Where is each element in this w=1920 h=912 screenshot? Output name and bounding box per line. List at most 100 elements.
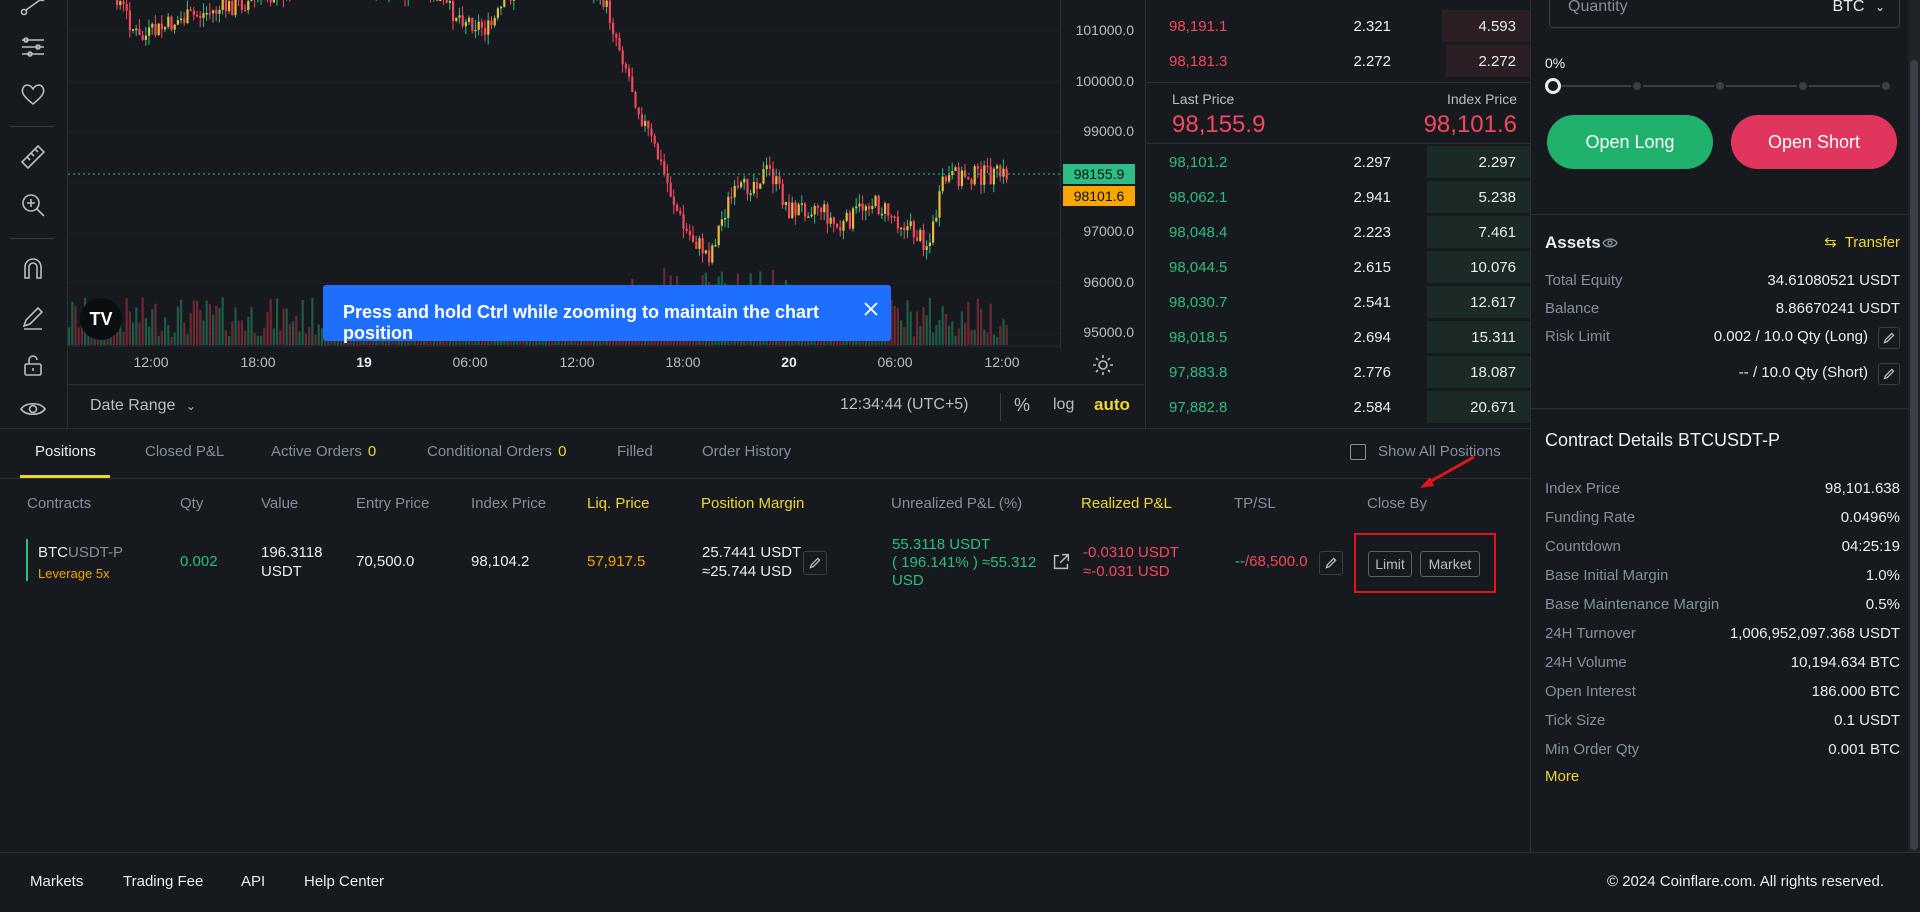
slider-step[interactable] [1880, 80, 1892, 92]
auto-scale-toggle[interactable]: auto [1094, 395, 1130, 415]
tradingview-logo[interactable]: TV [80, 298, 122, 340]
bid-row[interactable]: 97,883.8 2.776 18.087 [1146, 355, 1531, 389]
contract-detail-row: Tick Size 0.1 USDT [1545, 712, 1900, 734]
edit-risk-limit-long-pencil-icon[interactable] [1878, 327, 1900, 349]
time-axis[interactable]: 12:00 18:00 19 06:00 12:00 18:00 20 06:0… [68, 348, 1060, 378]
copyright-label: 2024 Coinflare.com. All rights reserved. [1622, 873, 1884, 890]
bid-row[interactable]: 98,030.7 2.541 12.617 [1146, 285, 1531, 319]
date-range-dropdown[interactable]: Date Range ⌄ [90, 397, 196, 415]
contract-detail-value: 0.5% [1865, 596, 1900, 613]
ruler-icon[interactable] [16, 140, 50, 174]
bid-total: 5.238 [1478, 189, 1516, 206]
fib-tool-icon[interactable] [16, 30, 50, 64]
time-tick: 06:00 [877, 354, 913, 370]
close-market-button[interactable]: Market [1420, 551, 1480, 577]
price-axis[interactable]: 101000.0 100000.0 99000.0 98155.9 98101.… [1060, 0, 1144, 348]
slider-step[interactable] [1797, 80, 1809, 92]
time-tick: 12:00 [133, 354, 169, 370]
asset-value: -- / 10.0 Qty (Short) [1738, 364, 1868, 381]
contract-detail-value: 0.1 USDT [1834, 712, 1900, 729]
count-badge: 0 [367, 443, 377, 460]
column-header: Liq. Price [587, 495, 650, 512]
column-header: Qty [180, 495, 204, 512]
slider-step[interactable] [1631, 80, 1643, 92]
column-header: TP/SL [1234, 495, 1276, 512]
magnet-icon[interactable] [16, 252, 50, 286]
contract-detail-row: 24H Volume 10,194.634 BTC [1545, 654, 1900, 676]
more-link[interactable]: More [1545, 768, 1579, 785]
bid-row[interactable]: 98,018.5 2.694 15.311 [1146, 320, 1531, 354]
unrealized-pnl: 55.3118 USDT [892, 536, 991, 553]
contract-detail-value: 186.000 BTC [1811, 683, 1900, 700]
tab-order-history[interactable]: Order History [702, 443, 791, 460]
bid-row[interactable]: 98,062.1 2.941 5.238 [1146, 180, 1531, 214]
eye-icon[interactable] [1602, 235, 1618, 251]
footer-link-help-center[interactable]: Help Center [304, 873, 384, 890]
asset-row: Balance 8.86670241 USDT [1545, 300, 1900, 322]
edit-margin-pencil-icon[interactable] [803, 551, 827, 575]
last-price-value: 98,155.9 [1172, 111, 1266, 138]
percent-scale-toggle[interactable]: % [1014, 395, 1030, 416]
tab-filled[interactable]: Filled [617, 443, 653, 460]
contract-symbol[interactable]: BTCUSDT-P [38, 544, 123, 561]
entry-price: 70,500.0 [356, 553, 415, 570]
close-icon[interactable] [861, 299, 881, 319]
order-book: 98,191.1 2.321 4.593 98,181.3 2.272 2.27… [1145, 0, 1531, 428]
asset-value: 34.61080521 USDT [1767, 272, 1900, 289]
scrollbar-thumb[interactable] [1910, 60, 1918, 850]
quantity-unit-select[interactable]: BTC ⌄ [1832, 0, 1885, 16]
zoom-in-icon[interactable] [16, 188, 50, 222]
slider-percent-label: 0% [1545, 55, 1566, 71]
lock-open-icon[interactable] [16, 348, 50, 382]
transfer-button[interactable]: ⇆ Transfer [1824, 233, 1900, 251]
bid-price: 98,030.7 [1169, 294, 1228, 311]
contract-detail-row: Min Order Qty 0.001 BTC [1545, 741, 1900, 763]
edit-risk-limit-short-pencil-icon[interactable] [1878, 363, 1900, 385]
contract-detail-label: Tick Size [1545, 712, 1606, 729]
tab-active-orders[interactable]: Active Orders 0 [271, 443, 376, 460]
time-tick: 18:00 [240, 354, 276, 370]
bid-row[interactable]: 98,044.5 2.615 10.076 [1146, 250, 1531, 284]
tab-closed-pnl[interactable]: Closed P&L [145, 443, 224, 460]
quantity-input[interactable]: Quantity BTC ⌄ [1549, 0, 1900, 28]
tab-label: Closed P&L [145, 443, 225, 460]
divider [0, 478, 1530, 479]
footer-link-trading-fee[interactable]: Trading Fee [123, 873, 203, 890]
toast-message: Press and hold Ctrl while zooming to mai… [343, 302, 820, 343]
open-short-button[interactable]: Open Short [1731, 115, 1897, 169]
slider-handle[interactable] [1545, 78, 1561, 94]
favorites-heart-icon[interactable] [16, 77, 50, 111]
contract-detail-value: 1.0% [1865, 567, 1900, 584]
slider-step[interactable] [1714, 80, 1726, 92]
time-tick: 12:00 [984, 354, 1020, 370]
close-limit-button[interactable]: Limit [1368, 551, 1412, 577]
divider [1531, 408, 1920, 409]
bid-total: 12.617 [1470, 294, 1516, 311]
unrealized-pnl-pct: ( 196.141% ) ≈55.312 [892, 554, 1037, 571]
footer-link-api[interactable]: API [241, 873, 265, 890]
footer-link-markets[interactable]: Markets [30, 873, 83, 890]
visibility-eye-icon[interactable] [16, 392, 50, 426]
chart-clock[interactable]: 12:34:44 (UTC+5) [840, 396, 969, 414]
show-all-positions-checkbox[interactable] [1350, 444, 1366, 460]
bid-row[interactable]: 98,101.2 2.297 2.297 [1146, 145, 1531, 179]
page-scrollbar[interactable] [1908, 0, 1920, 852]
edit-tpsl-pencil-icon[interactable] [1319, 551, 1343, 575]
log-scale-toggle[interactable]: log [1053, 396, 1074, 414]
ask-row[interactable]: 98,191.1 2.321 4.593 [1146, 9, 1531, 43]
tab-conditional-orders[interactable]: Conditional Orders 0 [427, 443, 566, 460]
ask-row[interactable]: 98,181.3 2.272 2.272 [1146, 44, 1531, 78]
chart-settings-gear-icon[interactable] [1090, 352, 1116, 378]
tab-positions[interactable]: Positions [35, 443, 96, 460]
open-long-button[interactable]: Open Long [1547, 115, 1713, 169]
copyright-icon: © [1606, 873, 1619, 890]
contract-detail-row: Funding Rate 0.0496% [1545, 509, 1900, 531]
leverage-label: Leverage 5x [38, 566, 110, 581]
tab-label: Order History [702, 443, 792, 460]
bid-total: 10.076 [1470, 259, 1516, 276]
bid-row[interactable]: 98,048.4 2.223 7.461 [1146, 215, 1531, 249]
share-external-link-icon[interactable] [1050, 551, 1074, 575]
trend-line-icon[interactable] [16, 0, 50, 22]
drawing-mode-pencil-icon[interactable] [16, 300, 50, 334]
bid-row[interactable]: 97,882.8 2.584 20.671 [1146, 390, 1531, 424]
